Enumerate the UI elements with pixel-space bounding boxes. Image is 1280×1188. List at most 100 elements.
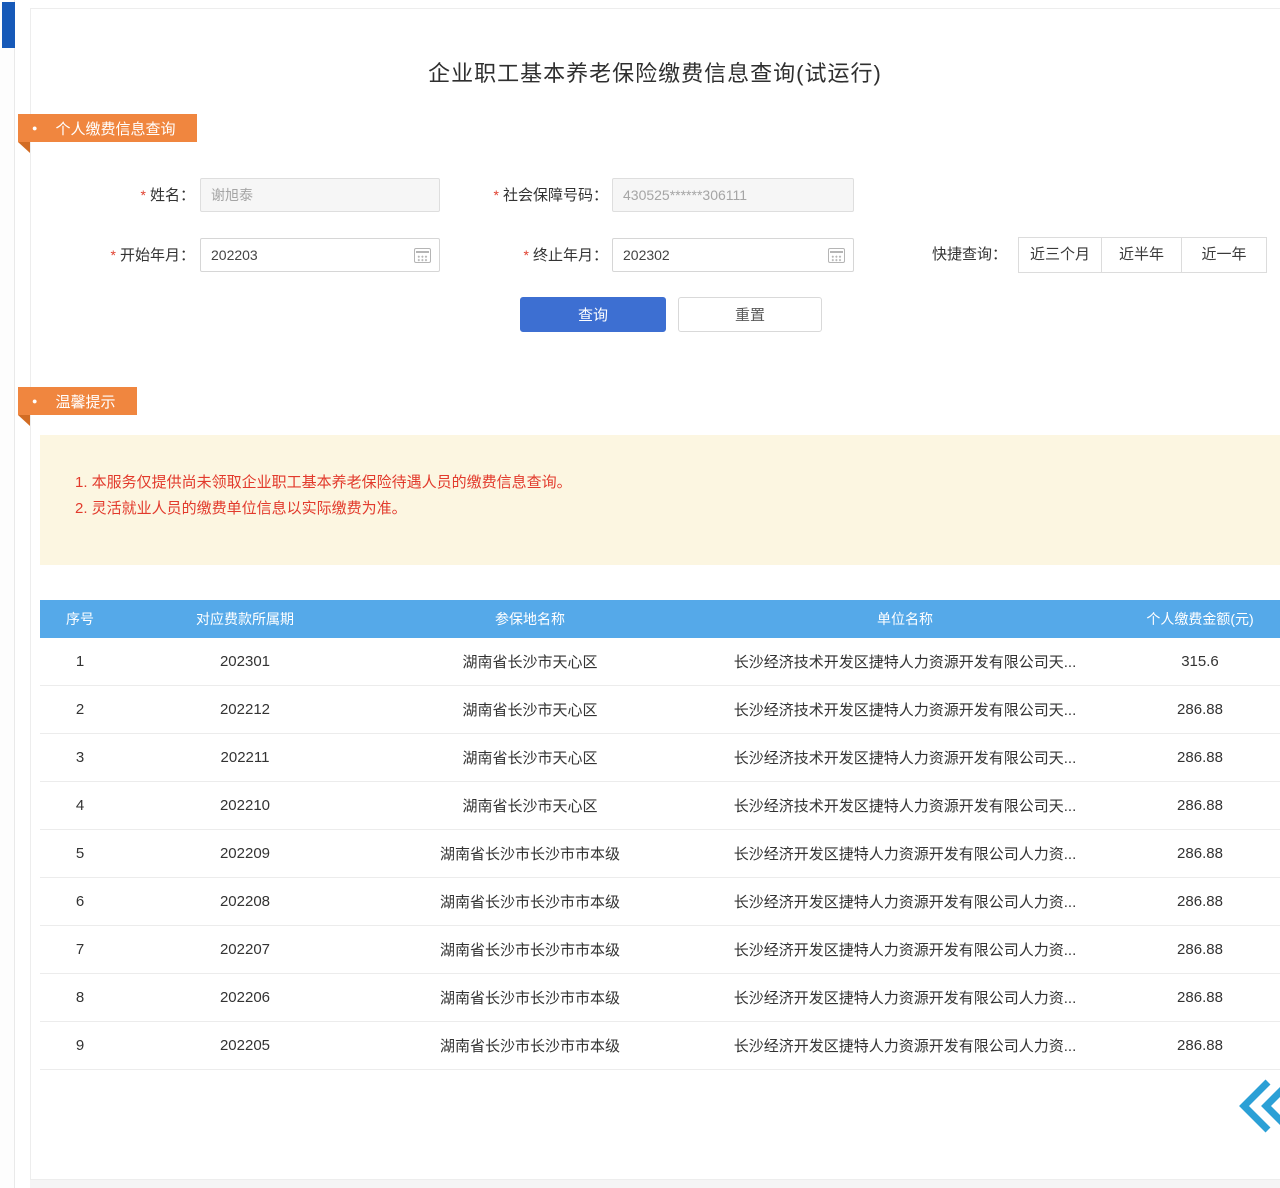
bottom-bar xyxy=(30,1180,1280,1188)
table-cell: 202301 xyxy=(120,653,370,670)
notice-box: 1. 本服务仅提供尚未领取企业职工基本养老保险待遇人员的缴费信息查询。 2. 灵… xyxy=(40,435,1280,565)
table-cell: 湖南省长沙市天心区 xyxy=(370,699,690,720)
table-row: 2202212湖南省长沙市天心区长沙经济技术开发区捷特人力资源开发有限公司天..… xyxy=(40,686,1280,734)
table-cell: 202208 xyxy=(120,893,370,910)
table-row: 4202210湖南省长沙市天心区长沙经济技术开发区捷特人力资源开发有限公司天..… xyxy=(40,782,1280,830)
left-gutter xyxy=(0,0,15,1188)
table-cell: 286.88 xyxy=(1120,749,1280,766)
table-row: 7202207湖南省长沙市长沙市市本级长沙经济开发区捷特人力资源开发有限公司人力… xyxy=(40,926,1280,974)
section-badge-personal-query: ● 个人缴费信息查询 xyxy=(18,114,197,142)
table-cell: 286.88 xyxy=(1120,941,1280,958)
quick-query-label: 快捷查询： xyxy=(932,237,1007,273)
table-cell: 5 xyxy=(40,845,120,862)
query-button[interactable]: 查询 xyxy=(520,297,666,332)
calendar-icon[interactable] xyxy=(414,248,431,263)
table-header-cell: 参保地名称 xyxy=(370,609,690,629)
calendar-icon[interactable] xyxy=(828,248,845,263)
table-row: 6202208湖南省长沙市长沙市市本级长沙经济开发区捷特人力资源开发有限公司人力… xyxy=(40,878,1280,926)
table-cell: 长沙经济技术开发区捷特人力资源开发有限公司天... xyxy=(690,651,1120,672)
table-cell: 1 xyxy=(40,653,120,670)
table-cell: 7 xyxy=(40,941,120,958)
table-row: 5202209湖南省长沙市长沙市市本级长沙经济开发区捷特人力资源开发有限公司人力… xyxy=(40,830,1280,878)
table-row: 8202206湖南省长沙市长沙市市本级长沙经济开发区捷特人力资源开发有限公司人力… xyxy=(40,974,1280,1022)
start-month-field[interactable] xyxy=(200,238,440,272)
bullet-icon: ● xyxy=(32,114,37,142)
table-cell: 长沙经济开发区捷特人力资源开发有限公司人力资... xyxy=(690,891,1120,912)
ribbon-fold xyxy=(18,142,30,153)
table-cell: 315.6 xyxy=(1120,653,1280,670)
table-cell: 长沙经济技术开发区捷特人力资源开发有限公司天... xyxy=(690,747,1120,768)
table-cell: 长沙经济技术开发区捷特人力资源开发有限公司天... xyxy=(690,795,1120,816)
table-cell: 湖南省长沙市天心区 xyxy=(370,651,690,672)
start-month-label: *开始年月： xyxy=(85,238,195,272)
table-cell: 2 xyxy=(40,701,120,718)
table-cell: 长沙经济开发区捷特人力资源开发有限公司人力资... xyxy=(690,987,1120,1008)
table-cell: 202210 xyxy=(120,797,370,814)
required-mark: * xyxy=(494,187,499,203)
table-cell: 286.88 xyxy=(1120,989,1280,1006)
required-mark: * xyxy=(141,187,146,203)
table-cell: 202212 xyxy=(120,701,370,718)
ssn-field xyxy=(612,178,854,212)
table-cell: 8 xyxy=(40,989,120,1006)
table-cell: 202205 xyxy=(120,1037,370,1054)
table-cell: 9 xyxy=(40,1037,120,1054)
notice-line: 1. 本服务仅提供尚未领取企业职工基本养老保险待遇人员的缴费信息查询。 xyxy=(75,471,1280,495)
collapse-panel-icon[interactable] xyxy=(1236,1076,1280,1136)
table-header-cell: 对应费款所属期 xyxy=(120,609,370,629)
notice-line: 2. 灵活就业人员的缴费单位信息以实际缴费为准。 xyxy=(75,497,1280,521)
required-mark: * xyxy=(524,247,529,263)
table-cell: 286.88 xyxy=(1120,701,1280,718)
name-field xyxy=(200,178,440,212)
table-cell: 湖南省长沙市长沙市市本级 xyxy=(370,843,690,864)
table-cell: 长沙经济开发区捷特人力资源开发有限公司人力资... xyxy=(690,843,1120,864)
table-cell: 湖南省长沙市天心区 xyxy=(370,795,690,816)
table-row: 9202205湖南省长沙市长沙市市本级长沙经济开发区捷特人力资源开发有限公司人力… xyxy=(40,1022,1280,1070)
table-header-row: 序号 对应费款所属期 参保地名称 单位名称 个人缴费金额(元) xyxy=(40,600,1280,638)
required-mark: * xyxy=(111,247,116,263)
reset-button[interactable]: 重置 xyxy=(678,297,822,332)
table-cell: 202211 xyxy=(120,749,370,766)
page-title: 企业职工基本养老保险缴费信息查询(试运行) xyxy=(30,56,1280,88)
table-cell: 湖南省长沙市天心区 xyxy=(370,747,690,768)
table-cell: 6 xyxy=(40,893,120,910)
table-body: 1202301湖南省长沙市天心区长沙经济技术开发区捷特人力资源开发有限公司天..… xyxy=(40,638,1280,1070)
table-cell: 3 xyxy=(40,749,120,766)
table-row: 1202301湖南省长沙市天心区长沙经济技术开发区捷特人力资源开发有限公司天..… xyxy=(40,638,1280,686)
section-badge-label: 个人缴费信息查询 xyxy=(55,118,175,139)
table-cell: 长沙经济开发区捷特人力资源开发有限公司人力资... xyxy=(690,939,1120,960)
table-cell: 286.88 xyxy=(1120,1037,1280,1054)
section-badge-label: 温馨提示 xyxy=(55,391,115,412)
table-cell: 湖南省长沙市长沙市市本级 xyxy=(370,891,690,912)
end-month-field[interactable] xyxy=(612,238,854,272)
corner-block xyxy=(2,2,15,48)
quick-halfyear-button[interactable]: 近半年 xyxy=(1101,237,1182,273)
table-cell: 202206 xyxy=(120,989,370,1006)
table-cell: 286.88 xyxy=(1120,797,1280,814)
ribbon-fold xyxy=(18,415,30,426)
table-row: 3202211湖南省长沙市天心区长沙经济技术开发区捷特人力资源开发有限公司天..… xyxy=(40,734,1280,782)
table-header-cell: 序号 xyxy=(40,609,120,629)
end-month-wrap xyxy=(612,238,854,274)
ssn-label: *社会保障号码： xyxy=(458,178,608,212)
section-badge-tips: ● 温馨提示 xyxy=(18,387,137,415)
table-cell: 286.88 xyxy=(1120,893,1280,910)
table-header-cell: 个人缴费金额(元) xyxy=(1120,609,1280,629)
start-month-wrap xyxy=(200,238,440,274)
table-cell: 202209 xyxy=(120,845,370,862)
table-header-cell: 单位名称 xyxy=(690,609,1120,629)
quick-3months-button[interactable]: 近三个月 xyxy=(1018,237,1102,273)
table-cell: 长沙经济开发区捷特人力资源开发有限公司人力资... xyxy=(690,1035,1120,1056)
table-cell: 湖南省长沙市长沙市市本级 xyxy=(370,939,690,960)
table-cell: 湖南省长沙市长沙市市本级 xyxy=(370,987,690,1008)
quick-oneyear-button[interactable]: 近一年 xyxy=(1181,237,1267,273)
table-cell: 湖南省长沙市长沙市市本级 xyxy=(370,1035,690,1056)
name-label: *姓名： xyxy=(100,178,195,212)
table-cell: 长沙经济技术开发区捷特人力资源开发有限公司天... xyxy=(690,699,1120,720)
table-cell: 4 xyxy=(40,797,120,814)
page: 企业职工基本养老保险缴费信息查询(试运行) ● 个人缴费信息查询 *姓名： *社… xyxy=(0,0,1280,1188)
bullet-icon: ● xyxy=(32,387,37,415)
table-cell: 286.88 xyxy=(1120,845,1280,862)
payment-table: 序号 对应费款所属期 参保地名称 单位名称 个人缴费金额(元) 1202301湖… xyxy=(40,600,1280,1070)
end-month-label: *终止年月： xyxy=(495,238,608,272)
